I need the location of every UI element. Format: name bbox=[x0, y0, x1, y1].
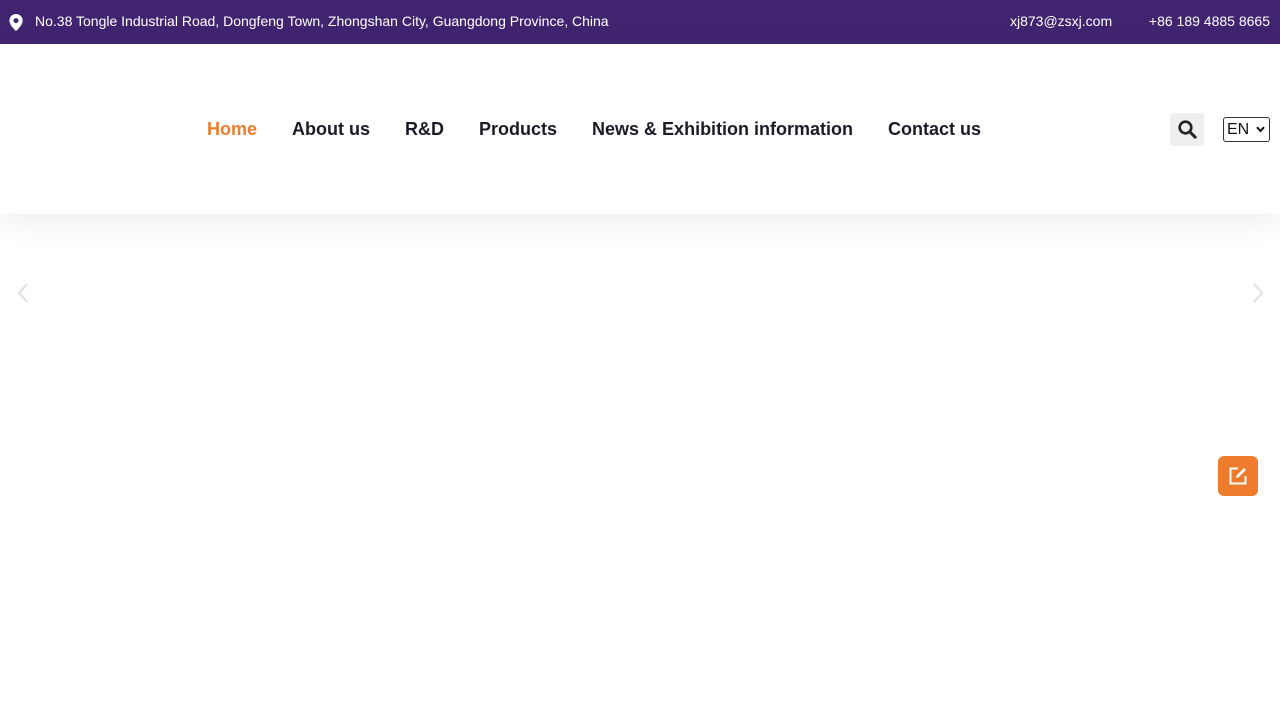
top-contact-bar: No.38 Tongle Industrial Road, Dongfeng T… bbox=[0, 0, 1280, 44]
nav-item-home[interactable]: Home bbox=[207, 118, 257, 140]
edit-icon bbox=[1229, 467, 1247, 485]
nav-item-news-exhibition[interactable]: News & Exhibition information bbox=[592, 118, 853, 140]
company-address: No.38 Tongle Industrial Road, Dongfeng T… bbox=[35, 13, 609, 29]
contact-email[interactable]: xj873@zsxj.com bbox=[1010, 13, 1112, 29]
contact-phone[interactable]: +86 189 4885 8665 bbox=[1149, 13, 1270, 29]
chevron-right-icon[interactable] bbox=[1251, 282, 1265, 304]
location-pin-icon bbox=[9, 14, 23, 31]
chevron-left-icon[interactable] bbox=[16, 282, 30, 304]
site-header: Home About us R&D Products News & Exhibi… bbox=[0, 44, 1280, 214]
chevron-down-icon bbox=[1256, 126, 1265, 133]
main-nav: Home About us R&D Products News & Exhibi… bbox=[207, 118, 981, 140]
hero-slider bbox=[0, 214, 1280, 720]
language-selected-value: EN bbox=[1227, 121, 1250, 138]
nav-item-contact-us[interactable]: Contact us bbox=[888, 118, 981, 140]
nav-item-about-us[interactable]: About us bbox=[292, 118, 370, 140]
nav-item-products[interactable]: Products bbox=[479, 118, 557, 140]
search-button[interactable] bbox=[1170, 113, 1204, 146]
inquiry-button[interactable] bbox=[1218, 456, 1258, 496]
language-select[interactable]: EN bbox=[1223, 117, 1270, 142]
nav-item-rd[interactable]: R&D bbox=[405, 118, 444, 140]
search-icon bbox=[1178, 120, 1197, 139]
